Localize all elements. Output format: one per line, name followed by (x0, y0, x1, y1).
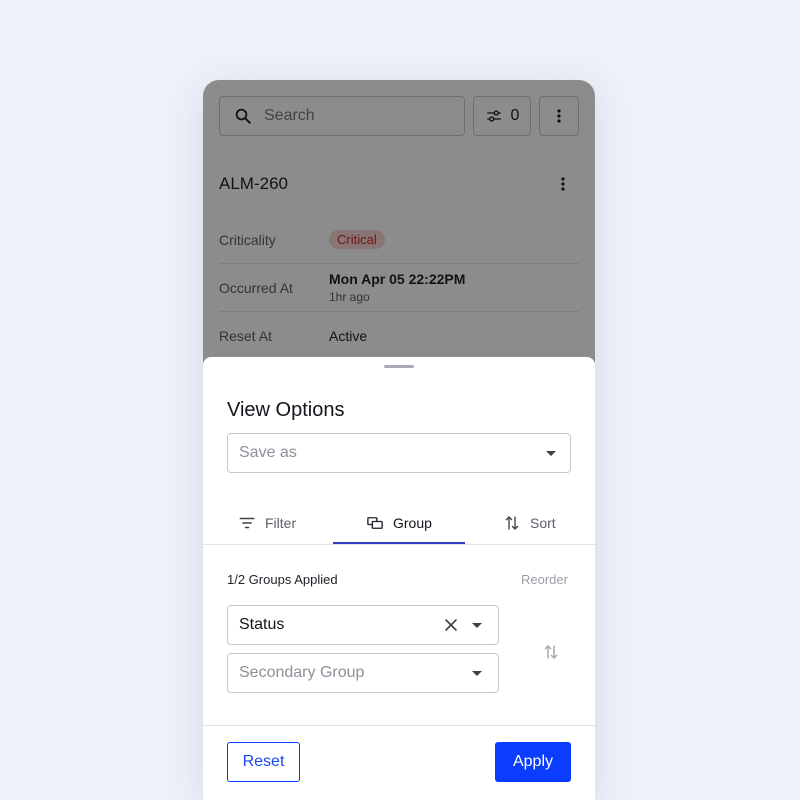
sheet-footer: Reset Apply (203, 725, 595, 800)
secondary-group-select[interactable]: Secondary Group (227, 653, 499, 693)
chevron-down-icon (472, 670, 482, 676)
drag-handle[interactable] (384, 365, 414, 368)
sort-arrows-icon (505, 516, 519, 530)
primary-group-select[interactable]: Status (227, 605, 499, 645)
group-icon (367, 517, 383, 529)
tab-label: Sort (530, 515, 556, 531)
tab-group[interactable]: Group (366, 501, 432, 545)
tab-label: Filter (265, 515, 297, 531)
view-options-sheet: View Options Save as Filter Group Sort 1… (203, 357, 595, 800)
primary-group-value: Status (239, 616, 285, 633)
save-as-select[interactable]: Save as (227, 433, 571, 473)
close-icon[interactable] (444, 618, 458, 632)
tab-filter[interactable]: Filter (238, 501, 296, 545)
sheet-title: View Options (227, 399, 345, 421)
groups-applied-count: 1/2 Groups Applied (227, 572, 338, 587)
chevron-down-icon (472, 622, 482, 628)
swap-order-icon[interactable] (542, 643, 560, 661)
active-tab-indicator (333, 542, 465, 544)
reorder-link[interactable]: Reorder (521, 572, 568, 587)
tab-sort[interactable]: Sort (503, 501, 556, 545)
chevron-down-icon (546, 450, 556, 456)
view-options-tabs: Filter Group Sort (203, 501, 595, 545)
tab-label: Group (393, 515, 432, 531)
apply-button[interactable]: Apply (495, 742, 571, 782)
app-window: Search 0 ALM-260 Criticality Critical Oc… (203, 80, 595, 800)
secondary-group-placeholder: Secondary Group (239, 664, 365, 681)
save-as-placeholder: Save as (239, 444, 297, 461)
reset-button[interactable]: Reset (227, 742, 300, 782)
filter-lines-icon (239, 517, 255, 529)
